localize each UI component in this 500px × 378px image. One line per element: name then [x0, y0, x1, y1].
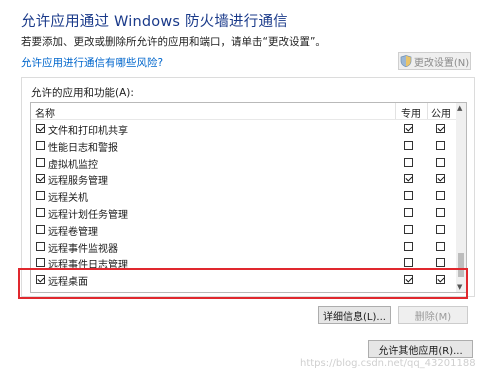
public-checkbox[interactable] [436, 191, 445, 201]
private-checkbox[interactable] [404, 124, 413, 133]
public-checkbox[interactable] [436, 241, 445, 251]
public-checkbox[interactable] [436, 174, 445, 184]
allowed-apps-label: 允许的应用和功能(A): [31, 87, 134, 99]
details-button[interactable]: 详细信息(L)... [318, 306, 391, 324]
app-label: 性能日志和警报 [48, 142, 118, 154]
enable-checkbox[interactable] [36, 174, 45, 184]
enable-checkbox[interactable] [36, 224, 45, 234]
list-scrollbar[interactable]: ▲ ▼ [456, 103, 466, 292]
list-item[interactable]: 远程事件日志管理 [31, 255, 458, 271]
column-public[interactable]: 公用 [431, 105, 451, 120]
enable-checkbox[interactable] [36, 140, 45, 150]
list-item[interactable]: 远程计划任务管理 [31, 205, 458, 221]
private-checkbox[interactable] [404, 140, 413, 150]
list-item[interactable]: 远程服务管理 [31, 171, 458, 187]
public-checkbox[interactable] [436, 124, 445, 133]
scroll-down-icon[interactable]: ▼ [457, 283, 462, 291]
scroll-up-icon[interactable]: ▲ [457, 104, 462, 112]
risk-link[interactable]: 允许应用进行通信有哪些风险? [21, 55, 163, 70]
app-label: 远程桌面 [48, 277, 88, 289]
list-header: 名称 专用 公用 [31, 103, 458, 120]
list-item[interactable]: 远程事件监视器 [31, 239, 458, 255]
enable-checkbox[interactable] [36, 124, 45, 133]
list-item[interactable]: 虚拟机监控 [31, 155, 458, 171]
app-label: 远程计划任务管理 [48, 210, 128, 221]
shield-icon [400, 55, 412, 67]
private-checkbox[interactable] [404, 275, 413, 285]
public-checkbox[interactable] [436, 140, 445, 150]
private-checkbox[interactable] [404, 208, 413, 217]
column-name[interactable]: 名称 [35, 105, 55, 120]
change-settings-label: 更改设置(N) [413, 57, 470, 69]
app-label: 虚拟机监控 [48, 159, 98, 171]
watermark-text: https://blog.csdn.net/qq_43201188 [300, 358, 476, 369]
public-checkbox[interactable] [436, 208, 445, 217]
app-label: 远程事件日志管理 [48, 260, 128, 272]
private-checkbox[interactable] [404, 191, 413, 201]
enable-checkbox[interactable] [36, 191, 45, 201]
delete-button[interactable]: 删除(M) [398, 306, 468, 324]
column-separator [395, 103, 396, 119]
private-checkbox[interactable] [404, 157, 413, 167]
change-settings-button[interactable]: 更改设置(N) [398, 52, 471, 70]
enable-checkbox[interactable] [36, 241, 45, 251]
public-checkbox[interactable] [436, 157, 445, 167]
enable-checkbox[interactable] [36, 208, 45, 217]
private-checkbox[interactable] [404, 241, 413, 251]
scroll-thumb[interactable] [458, 253, 464, 277]
list-item[interactable]: 性能日志和警报 [31, 138, 458, 154]
app-label: 远程卷管理 [48, 226, 98, 238]
app-label: 文件和打印机共享 [48, 126, 128, 137]
private-checkbox[interactable] [404, 224, 413, 234]
public-checkbox[interactable] [436, 258, 445, 268]
enable-checkbox[interactable] [36, 157, 45, 167]
enable-checkbox[interactable] [36, 275, 45, 285]
private-checkbox[interactable] [404, 258, 413, 268]
enable-checkbox[interactable] [36, 258, 45, 268]
allow-other-app-button[interactable]: 允许其他应用(R)... [368, 340, 473, 358]
list-item[interactable]: 文件和打印机共享 [31, 121, 458, 137]
allowed-apps-group: 允许的应用和功能(A): 名称 专用 公用 文件和打印机共享 性能日志和警报 虚拟机… [21, 77, 475, 297]
page-title: 允许应用通过 Windows 防火墙进行通信 [21, 14, 288, 30]
app-label: 远程事件监视器 [48, 243, 118, 255]
private-checkbox[interactable] [404, 174, 413, 184]
list-item[interactable]: 远程关机 [31, 188, 458, 204]
public-checkbox[interactable] [436, 275, 445, 285]
allowed-apps-list[interactable]: 名称 专用 公用 文件和打印机共享 性能日志和警报 虚拟机监控远程服务管理 远程关机远… [30, 102, 467, 293]
app-label: 远程关机 [48, 193, 88, 205]
instruction-text: 若要添加、更改或删除所允许的应用和端口，请单击“更改设置”。 [21, 36, 326, 48]
app-label: 远程服务管理 [48, 176, 108, 188]
list-item[interactable]: 远程卷管理 [31, 222, 458, 238]
column-private[interactable]: 专用 [401, 105, 421, 120]
list-item[interactable]: 远程桌面 [31, 272, 458, 288]
public-checkbox[interactable] [436, 224, 445, 234]
column-separator [427, 103, 428, 119]
